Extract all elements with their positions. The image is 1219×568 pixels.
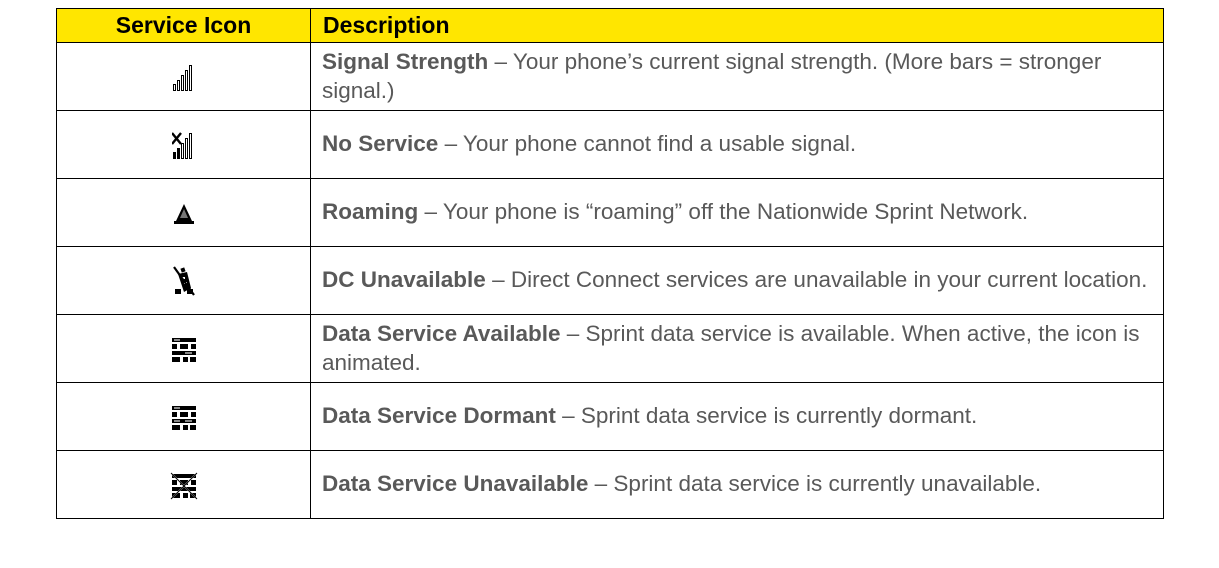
row-text: – Direct Connect services are unavailabl…: [485, 267, 1148, 292]
header-service-icon: Service Icon: [56, 8, 311, 43]
description-cell: Roaming – Your phone is “roaming” off th…: [310, 178, 1164, 247]
icon-cell: [56, 382, 311, 451]
table-row: Signal Strength – Your phone’s current s…: [56, 42, 1164, 111]
description-cell: Data Service Dormant – Sprint data servi…: [310, 382, 1164, 451]
row-text: – Your phone cannot find a usable signal…: [438, 131, 857, 156]
table-row: Data Service Dormant – Sprint data servi…: [56, 382, 1164, 451]
description-cell: Data Service Unavailable – Sprint data s…: [310, 450, 1164, 519]
service-icons-table: Service Icon Description Signal Strength…: [56, 8, 1164, 519]
row-term: DC Unavailable: [322, 267, 486, 292]
row-term: Roaming: [322, 199, 419, 224]
description-cell: Data Service Available – Sprint data ser…: [310, 314, 1164, 383]
roaming-icon: [173, 203, 194, 225]
row-term: No Service: [322, 131, 439, 156]
data-service-available-icon: [170, 336, 198, 364]
table-row: No Service – Your phone cannot find a us…: [56, 110, 1164, 179]
icon-cell: [56, 246, 311, 315]
table-row: Roaming – Your phone is “roaming” off th…: [56, 178, 1164, 247]
description-cell: DC Unavailable – Direct Connect services…: [310, 246, 1164, 315]
data-service-dormant-icon: [170, 404, 198, 432]
dc-unavailable-icon: [172, 266, 196, 296]
no-service-icon: [171, 131, 196, 160]
icon-cell: [56, 314, 311, 383]
icon-cell: [56, 42, 311, 111]
table-row: Data Service Unavailable – Sprint data s…: [56, 450, 1164, 519]
row-term: Data Service Dormant: [322, 403, 556, 428]
icon-cell: [56, 450, 311, 519]
icon-cell: [56, 110, 311, 179]
table-header-row: Service Icon Description: [56, 8, 1164, 43]
row-term: Signal Strength: [322, 48, 489, 74]
row-term: Data Service Available: [322, 320, 561, 346]
table-row: DC Unavailable – Direct Connect services…: [56, 246, 1164, 315]
description-cell: No Service – Your phone cannot find a us…: [310, 110, 1164, 179]
row-text: – Your phone is “roaming” off the Nation…: [418, 199, 1029, 224]
signal-strength-icon: [172, 64, 196, 92]
data-service-unavailable-icon: [170, 472, 198, 500]
icon-cell: [56, 178, 311, 247]
row-term: Data Service Unavailable: [322, 471, 589, 496]
description-cell: Signal Strength – Your phone’s current s…: [310, 42, 1164, 111]
header-description: Description: [310, 8, 1164, 43]
row-text: – Sprint data service is currently dorma…: [555, 403, 978, 428]
table-row: Data Service Available – Sprint data ser…: [56, 314, 1164, 383]
row-text: – Sprint data service is currently unava…: [588, 471, 1042, 496]
